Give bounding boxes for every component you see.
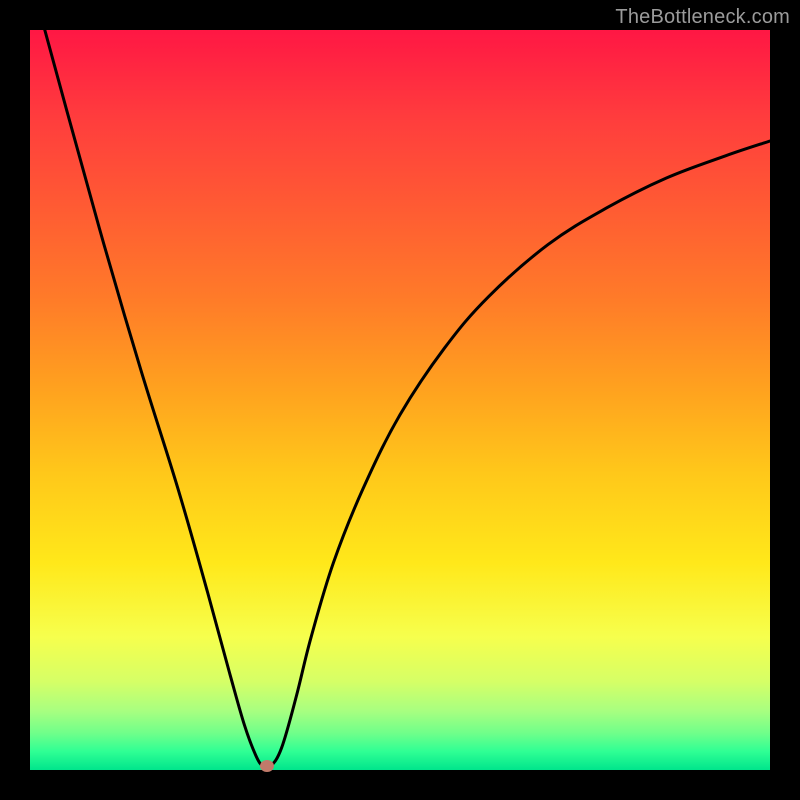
chart-container: TheBottleneck.com — [0, 0, 800, 800]
watermark-text: TheBottleneck.com — [615, 6, 790, 29]
plot-area — [30, 30, 770, 770]
bottleneck-curve — [30, 30, 770, 770]
optimal-point-marker — [260, 760, 274, 772]
